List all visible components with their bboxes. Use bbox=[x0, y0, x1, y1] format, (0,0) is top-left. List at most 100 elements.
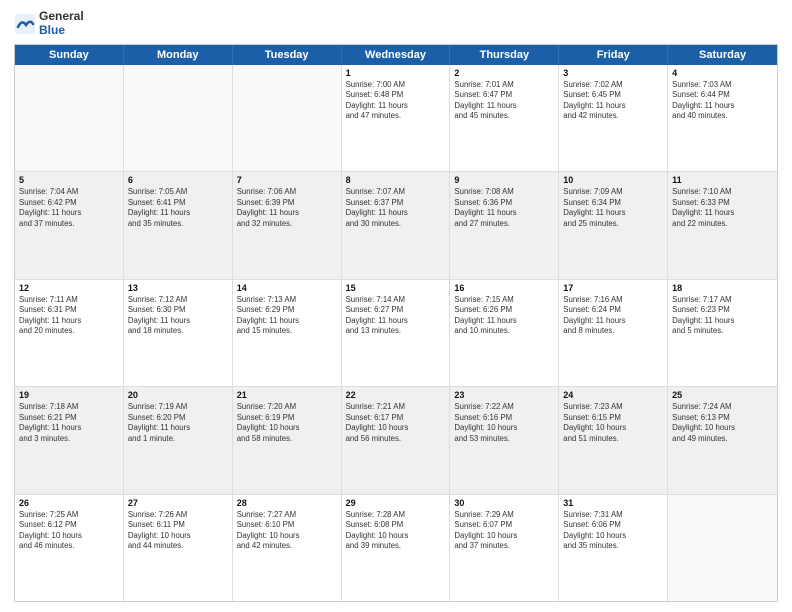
day-info: Sunrise: 7:24 AM Sunset: 6:13 PM Dayligh… bbox=[672, 402, 773, 444]
day-number: 11 bbox=[672, 175, 773, 185]
day-number: 20 bbox=[128, 390, 228, 400]
day-info: Sunrise: 7:03 AM Sunset: 6:44 PM Dayligh… bbox=[672, 80, 773, 122]
day-number: 13 bbox=[128, 283, 228, 293]
day-info: Sunrise: 7:13 AM Sunset: 6:29 PM Dayligh… bbox=[237, 295, 337, 337]
logo-icon bbox=[14, 13, 36, 35]
day-number: 6 bbox=[128, 175, 228, 185]
calendar-row-2: 12 Sunrise: 7:11 AM Sunset: 6:31 PM Dayli… bbox=[15, 280, 777, 387]
empty-cell bbox=[124, 65, 233, 171]
day-cell-16: 16 Sunrise: 7:15 AM Sunset: 6:26 PM Dayli… bbox=[450, 280, 559, 386]
day-cell-24: 24 Sunrise: 7:23 AM Sunset: 6:15 PM Dayli… bbox=[559, 387, 668, 493]
day-header-thursday: Thursday bbox=[450, 45, 559, 65]
day-header-friday: Friday bbox=[559, 45, 668, 65]
day-number: 9 bbox=[454, 175, 554, 185]
day-info: Sunrise: 7:21 AM Sunset: 6:17 PM Dayligh… bbox=[346, 402, 446, 444]
day-info: Sunrise: 7:23 AM Sunset: 6:15 PM Dayligh… bbox=[563, 402, 663, 444]
empty-cell bbox=[15, 65, 124, 171]
day-number: 1 bbox=[346, 68, 446, 78]
day-cell-29: 29Sunrise: 7:28 AM Sunset: 6:08 PM Dayli… bbox=[342, 495, 451, 601]
day-number: 21 bbox=[237, 390, 337, 400]
day-info: Sunrise: 7:18 AM Sunset: 6:21 PM Dayligh… bbox=[19, 402, 119, 444]
day-cell-9: 9Sunrise: 7:08 AM Sunset: 6:36 PM Daylig… bbox=[450, 172, 559, 278]
calendar-row-4: 26 Sunrise: 7:25 AM Sunset: 6:12 PM Dayli… bbox=[15, 495, 777, 601]
day-number: 12 bbox=[19, 283, 119, 293]
day-number: 15 bbox=[346, 283, 446, 293]
calendar-row-0: 1 Sunrise: 7:00 AM Sunset: 6:48 PM Daylig… bbox=[15, 65, 777, 172]
calendar-row-1: 5 Sunrise: 7:04 AM Sunset: 6:42 PM Daylig… bbox=[15, 172, 777, 279]
day-number: 27 bbox=[128, 498, 228, 508]
day-info: Sunrise: 7:01 AM Sunset: 6:47 PM Dayligh… bbox=[454, 80, 554, 122]
day-info: Sunrise: 7:25 AM Sunset: 6:12 PM Dayligh… bbox=[19, 510, 119, 552]
day-cell-7: 7 Sunrise: 7:06 AM Sunset: 6:39 PM Daylig… bbox=[233, 172, 342, 278]
day-info: Sunrise: 7:05 AM Sunset: 6:41 PM Dayligh… bbox=[128, 187, 228, 229]
day-info: Sunrise: 7:29 AM Sunset: 6:07 PM Dayligh… bbox=[454, 510, 554, 552]
day-info: Sunrise: 7:10 AM Sunset: 6:33 PM Dayligh… bbox=[672, 187, 773, 229]
day-info: Sunrise: 7:04 AM Sunset: 6:42 PM Dayligh… bbox=[19, 187, 119, 229]
calendar: SundayMondayTuesdayWednesdayThursdayFrid… bbox=[14, 44, 778, 602]
day-header-sunday: Sunday bbox=[15, 45, 124, 65]
day-number: 2 bbox=[454, 68, 554, 78]
day-info: Sunrise: 7:31 AM Sunset: 6:06 PM Dayligh… bbox=[563, 510, 663, 552]
day-number: 14 bbox=[237, 283, 337, 293]
day-cell-3: 3 Sunrise: 7:02 AM Sunset: 6:45 PM Daylig… bbox=[559, 65, 668, 171]
day-info: Sunrise: 7:20 AM Sunset: 6:19 PM Dayligh… bbox=[237, 402, 337, 444]
day-number: 19 bbox=[19, 390, 119, 400]
day-cell-11: 11 Sunrise: 7:10 AM Sunset: 6:33 PM Dayli… bbox=[668, 172, 777, 278]
day-info: Sunrise: 7:17 AM Sunset: 6:23 PM Dayligh… bbox=[672, 295, 773, 337]
day-cell-31: 31 Sunrise: 7:31 AM Sunset: 6:06 PM Dayli… bbox=[559, 495, 668, 601]
day-cell-27: 27 Sunrise: 7:26 AM Sunset: 6:11 PM Dayli… bbox=[124, 495, 233, 601]
day-number: 4 bbox=[672, 68, 773, 78]
day-cell-13: 13 Sunrise: 7:12 AM Sunset: 6:30 PM Dayli… bbox=[124, 280, 233, 386]
day-cell-10: 10 Sunrise: 7:09 AM Sunset: 6:34 PM Dayli… bbox=[559, 172, 668, 278]
day-cell-18: 18 Sunrise: 7:17 AM Sunset: 6:23 PM Dayli… bbox=[668, 280, 777, 386]
day-number: 25 bbox=[672, 390, 773, 400]
day-number: 31 bbox=[563, 498, 663, 508]
day-info: Sunrise: 7:09 AM Sunset: 6:34 PM Dayligh… bbox=[563, 187, 663, 229]
day-info: Sunrise: 7:16 AM Sunset: 6:24 PM Dayligh… bbox=[563, 295, 663, 337]
day-cell-2: 2 Sunrise: 7:01 AM Sunset: 6:47 PM Daylig… bbox=[450, 65, 559, 171]
day-cell-15: 15 Sunrise: 7:14 AM Sunset: 6:27 PM Dayli… bbox=[342, 280, 451, 386]
logo-blue: Blue bbox=[39, 24, 84, 38]
empty-cell bbox=[233, 65, 342, 171]
day-cell-21: 21 Sunrise: 7:20 AM Sunset: 6:19 PM Dayli… bbox=[233, 387, 342, 493]
day-number: 18 bbox=[672, 283, 773, 293]
day-header-wednesday: Wednesday bbox=[342, 45, 451, 65]
day-cell-5: 5 Sunrise: 7:04 AM Sunset: 6:42 PM Daylig… bbox=[15, 172, 124, 278]
day-cell-28: 28Sunrise: 7:27 AM Sunset: 6:10 PM Dayli… bbox=[233, 495, 342, 601]
day-cell-22: 22 Sunrise: 7:21 AM Sunset: 6:17 PM Dayli… bbox=[342, 387, 451, 493]
day-info: Sunrise: 7:06 AM Sunset: 6:39 PM Dayligh… bbox=[237, 187, 337, 229]
calendar-header: SundayMondayTuesdayWednesdayThursdayFrid… bbox=[15, 45, 777, 65]
day-cell-17: 17Sunrise: 7:16 AM Sunset: 6:24 PM Dayli… bbox=[559, 280, 668, 386]
day-info: Sunrise: 7:11 AM Sunset: 6:31 PM Dayligh… bbox=[19, 295, 119, 337]
day-number: 28 bbox=[237, 498, 337, 508]
day-number: 7 bbox=[237, 175, 337, 185]
day-number: 24 bbox=[563, 390, 663, 400]
day-cell-25: 25 Sunrise: 7:24 AM Sunset: 6:13 PM Dayli… bbox=[668, 387, 777, 493]
day-info: Sunrise: 7:14 AM Sunset: 6:27 PM Dayligh… bbox=[346, 295, 446, 337]
calendar-row-3: 19 Sunrise: 7:18 AM Sunset: 6:21 PM Dayli… bbox=[15, 387, 777, 494]
day-cell-30: 30Sunrise: 7:29 AM Sunset: 6:07 PM Dayli… bbox=[450, 495, 559, 601]
day-number: 3 bbox=[563, 68, 663, 78]
day-number: 5 bbox=[19, 175, 119, 185]
day-number: 10 bbox=[563, 175, 663, 185]
day-info: Sunrise: 7:00 AM Sunset: 6:48 PM Dayligh… bbox=[346, 80, 446, 122]
day-number: 22 bbox=[346, 390, 446, 400]
day-header-monday: Monday bbox=[124, 45, 233, 65]
day-cell-12: 12 Sunrise: 7:11 AM Sunset: 6:31 PM Dayli… bbox=[15, 280, 124, 386]
empty-cell bbox=[668, 495, 777, 601]
day-info: Sunrise: 7:26 AM Sunset: 6:11 PM Dayligh… bbox=[128, 510, 228, 552]
page: General Blue SundayMondayTuesdayWednesda… bbox=[0, 0, 792, 612]
calendar-body: 1 Sunrise: 7:00 AM Sunset: 6:48 PM Daylig… bbox=[15, 65, 777, 601]
day-number: 16 bbox=[454, 283, 554, 293]
day-info: Sunrise: 7:02 AM Sunset: 6:45 PM Dayligh… bbox=[563, 80, 663, 122]
day-header-saturday: Saturday bbox=[668, 45, 777, 65]
day-number: 23 bbox=[454, 390, 554, 400]
day-number: 26 bbox=[19, 498, 119, 508]
day-cell-26: 26 Sunrise: 7:25 AM Sunset: 6:12 PM Dayli… bbox=[15, 495, 124, 601]
day-info: Sunrise: 7:07 AM Sunset: 6:37 PM Dayligh… bbox=[346, 187, 446, 229]
day-info: Sunrise: 7:28 AM Sunset: 6:08 PM Dayligh… bbox=[346, 510, 446, 552]
day-info: Sunrise: 7:15 AM Sunset: 6:26 PM Dayligh… bbox=[454, 295, 554, 337]
day-info: Sunrise: 7:12 AM Sunset: 6:30 PM Dayligh… bbox=[128, 295, 228, 337]
day-cell-20: 20Sunrise: 7:19 AM Sunset: 6:20 PM Dayli… bbox=[124, 387, 233, 493]
day-cell-4: 4 Sunrise: 7:03 AM Sunset: 6:44 PM Daylig… bbox=[668, 65, 777, 171]
